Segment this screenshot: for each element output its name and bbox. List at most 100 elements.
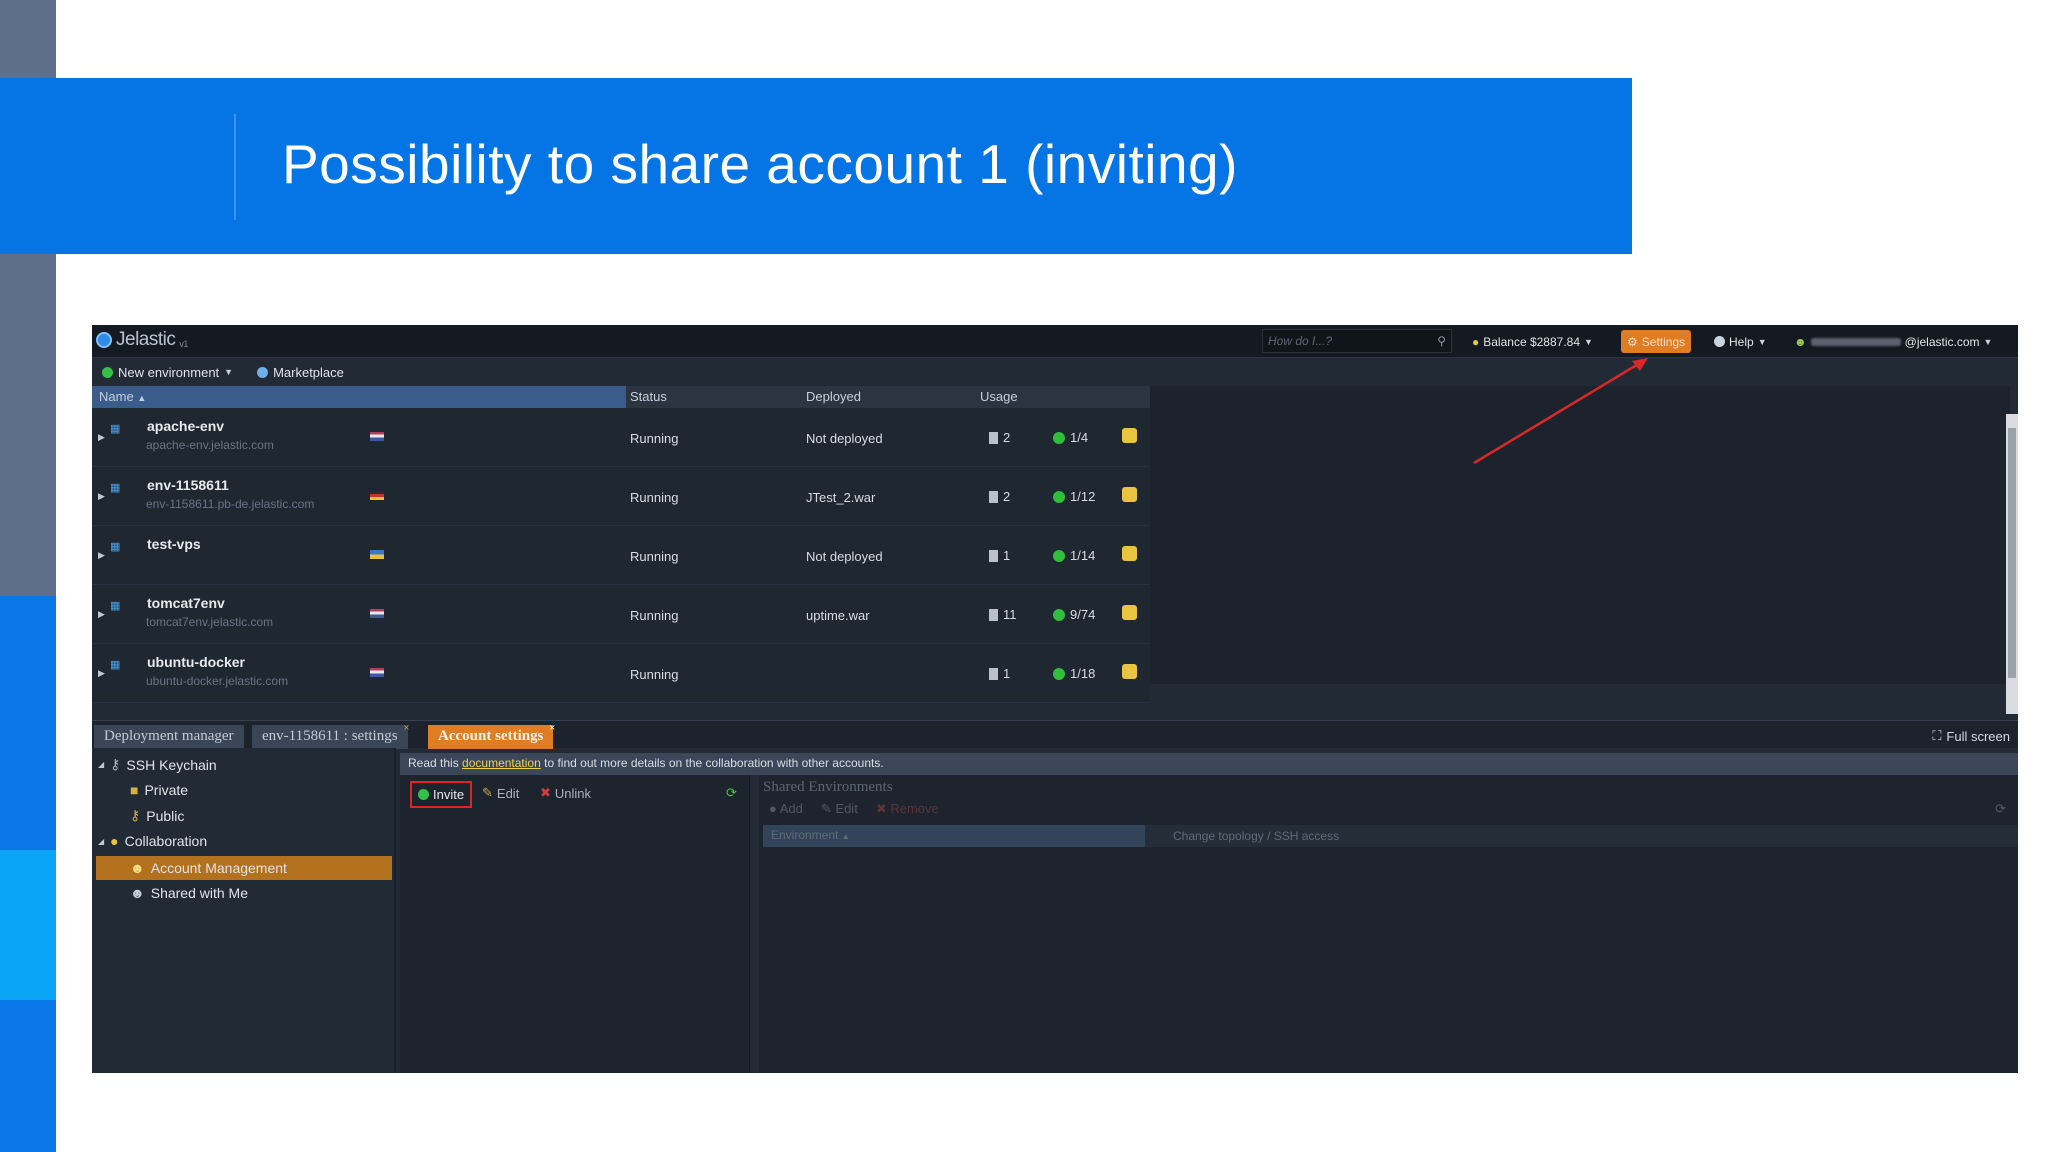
env-domain[interactable]: tomcat7env.jelastic.com [146,615,273,629]
search-input[interactable]: How do I...? ⚲ [1262,329,1452,353]
env-name[interactable]: ubuntu-docker [147,654,245,670]
column-header-status[interactable]: Status [630,389,667,404]
banner-divider [234,114,236,220]
expand-arrow-icon[interactable]: ▶ [98,432,105,443]
user-menu[interactable]: ☻ @jelastic.com ▼ [1794,330,1992,353]
accounts-panel: Invite ✎ Edit ✖ Unlink ⟳ [400,775,750,1073]
close-icon[interactable]: × [549,722,555,734]
remove-icon: ✖ [540,785,551,800]
settings-button[interactable]: ⚙ Settings [1621,330,1692,353]
shared-env-toolbar: ● Add ✎ Edit ✖ Remove [769,801,939,817]
documentation-link[interactable]: documentation [462,756,541,770]
column-header-usage[interactable]: Usage [980,389,1018,404]
column-header-change-topology[interactable]: Change topology / SSH access [1173,829,1339,843]
env-deployed: uptime.war [806,608,870,623]
edit-button[interactable]: ✎ Edit [821,801,858,817]
table-row[interactable]: ▶ ▦ tomcat7env tomcat7env.jelastic.com R… [92,585,1150,644]
env-domain[interactable]: ubuntu-docker.jelastic.com [146,674,288,688]
close-icon[interactable]: × [403,722,409,734]
info-suffix: to find out more details on the collabor… [544,756,884,770]
expand-arrow-icon[interactable]: ▶ [98,550,105,561]
env-nodes: 1 [989,666,1010,681]
env-domain[interactable]: apache-env.jelastic.com [146,438,274,452]
share-users-icon[interactable] [1122,546,1137,561]
tab-account-settings[interactable]: Account settings × [428,722,555,749]
annotation-arrow-icon [1473,358,1648,465]
chevron-down-icon: ▼ [1757,336,1767,347]
invite-label: Invite [433,787,465,802]
user-email-redacted [1810,337,1901,346]
remove-button[interactable]: ✖ Remove [876,801,939,817]
share-users-icon[interactable] [1122,428,1137,443]
tab-env-settings[interactable]: env-1158611 : settings × [252,722,410,749]
table-row[interactable]: ▶ ▦ apache-env apache-env.jelastic.com R… [92,408,1150,467]
bottom-tabs: Deployment manager env-1158611 : setting… [92,720,2018,749]
chevron-down-icon: ▼ [1983,336,1993,347]
table-row[interactable]: ▶ ▦ test-vps Running Not deployed 1 1/14 [92,526,1150,585]
search-icon: ⚲ [1437,334,1446,348]
table-row[interactable]: ▶ ▦ ubuntu-docker ubuntu-docker.jelastic… [92,644,1150,703]
environment-icon: ▦ [110,541,121,553]
env-name[interactable]: env-1158611 [147,477,229,493]
jelastic-logo[interactable]: Jelastic v1 [96,329,188,351]
refresh-icon[interactable]: ⟳ [726,785,737,801]
table-row[interactable]: ▶ ▦ env-1158611 env-1158611.pb-de.jelast… [92,467,1150,526]
scrollbar-thumb[interactable] [2008,428,2016,678]
cloudlet-icon [1053,667,1065,680]
plus-icon [418,789,429,800]
column-header-name[interactable]: Name ▲ [92,386,626,408]
side-strip [0,850,56,1000]
full-screen-button[interactable]: ⛶ Full screen [1932,728,2010,744]
key-icon: ⚷ [110,756,121,772]
env-name[interactable]: apache-env [147,418,224,434]
column-header-deployed[interactable]: Deployed [806,389,861,404]
expand-arrow-icon[interactable]: ▶ [98,668,105,679]
env-name[interactable]: tomcat7env [147,595,225,611]
new-environment-button[interactable]: New environment ▼ [102,365,233,380]
invite-button[interactable]: Invite [410,781,473,808]
cloudlet-icon [1053,490,1065,503]
refresh-icon[interactable]: ⟳ [1995,801,2006,817]
tree-item-collaboration[interactable]: ◢ ● Collaboration [98,833,207,849]
unlink-button[interactable]: ✖ Unlink [540,785,591,801]
slide-title: Possibility to share account 1 (inviting… [282,133,1238,195]
balance-button[interactable]: ● Balance $2887.84 ▼ [1472,330,1593,353]
marketplace-button[interactable]: Marketplace [257,365,344,380]
grid-scrollbar[interactable] [2006,414,2018,714]
user-email: @jelastic.com [1904,334,1980,349]
env-name[interactable]: test-vps [147,536,201,552]
environment-icon: ▦ [110,600,121,612]
collapse-arrow-icon[interactable]: ◢ [98,760,104,769]
tab-deployment-manager[interactable]: Deployment manager [94,725,244,749]
expand-arrow-icon[interactable]: ▶ [98,491,105,502]
settings-tree: ◢ ⚷ SSH Keychain ■ Private ⚷ Public ◢ ● … [92,748,396,1073]
env-domain[interactable]: env-1158611.pb-de.jelastic.com [146,497,314,511]
chevron-down-icon: ▼ [1584,336,1593,347]
column-header-environment[interactable]: Environment ▲ [763,825,1145,847]
tree-item-account-management[interactable]: ☻ Account Management [96,856,392,880]
collapse-arrow-icon[interactable]: ◢ [98,837,104,846]
region-flag-icon [370,609,384,618]
environments-grid-header: Name ▲ Status Deployed Usage [92,386,1150,408]
coins-icon: ● [1472,334,1480,349]
tree-item-ssh-keychain[interactable]: ◢ ⚷ SSH Keychain [98,756,217,773]
plus-icon [102,366,113,378]
shared-environments-panel: Shared Environments ● Add ✎ Edit ✖ Remov… [759,775,2018,1073]
help-button[interactable]: Help ▼ [1714,330,1767,353]
env-nodes: 2 [989,489,1010,504]
edit-button[interactable]: ✎ Edit [482,785,519,801]
share-users-icon[interactable] [1122,664,1137,679]
tree-item-shared-with-me[interactable]: ☻ Shared with Me [130,885,248,901]
share-users-icon[interactable] [1122,487,1137,502]
new-environment-label: New environment [118,364,220,380]
slide: Possibility to share account 1 (inviting… [0,0,2048,1152]
server-icon [989,549,998,562]
expand-arrow-icon[interactable]: ▶ [98,609,105,620]
main-toolbar: New environment ▼ Marketplace [92,358,2018,386]
tree-item-private[interactable]: ■ Private [130,782,188,798]
globe-icon [257,366,269,378]
sort-asc-icon: ▲ [137,393,147,403]
share-users-icon[interactable] [1122,605,1137,620]
add-button[interactable]: ● Add [769,801,803,817]
tree-item-public[interactable]: ⚷ Public [130,807,184,824]
